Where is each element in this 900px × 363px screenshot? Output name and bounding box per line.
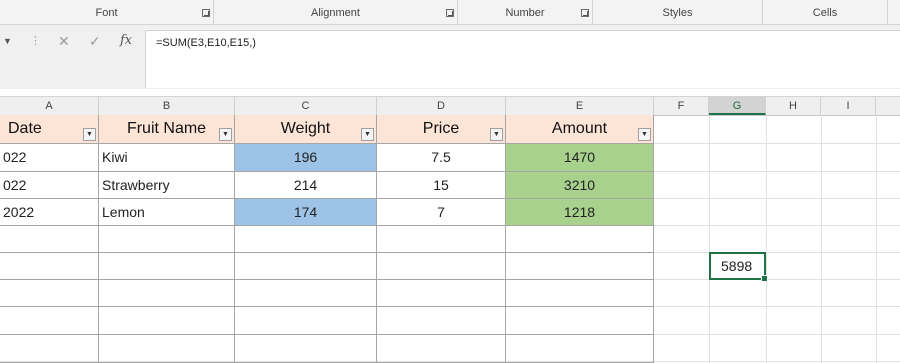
cell-weight[interactable]: 214 — [235, 172, 377, 199]
cell-date[interactable]: 022 — [0, 144, 99, 172]
ribbon-group-styles: Styles — [593, 0, 763, 24]
check-icon[interactable]: ✓ — [89, 33, 101, 50]
header-price[interactable]: Price ▼ — [377, 115, 506, 144]
column-header-e[interactable]: E — [506, 97, 654, 115]
column-header-a[interactable]: A — [0, 97, 99, 115]
column-header-d[interactable]: D — [377, 97, 506, 115]
cell-amount[interactable]: 1218 — [506, 199, 654, 226]
alignment-dialog-launcher-icon[interactable] — [446, 9, 454, 17]
empty-cell[interactable] — [377, 335, 506, 363]
empty-cell[interactable] — [99, 307, 235, 335]
cell-weight[interactable]: 174 — [235, 199, 377, 226]
gridline — [709, 115, 710, 363]
cell-amount[interactable]: 1470 — [506, 144, 654, 172]
ribbon-group-cells-label: Cells — [812, 7, 838, 19]
empty-cell[interactable] — [0, 307, 99, 335]
ribbon-group-alignment: Alignment — [214, 0, 458, 24]
formula-bar-grip-icon: ⋮ — [30, 35, 41, 47]
ribbon-group-font-label: Font — [95, 7, 118, 19]
insert-function-icon[interactable]: fx — [120, 33, 132, 48]
cell-amount[interactable]: 3210 — [506, 172, 654, 199]
empty-cell[interactable] — [506, 307, 654, 335]
header-fruit-name[interactable]: Fruit Name ▼ — [99, 115, 235, 144]
cancel-icon[interactable]: ✕ — [58, 33, 70, 50]
gridline — [821, 115, 822, 363]
gridline — [766, 115, 767, 363]
header-weight-label: Weight — [280, 120, 331, 137]
name-box-dropdown-icon[interactable]: ▼ — [3, 36, 12, 46]
cell-price[interactable]: 7.5 — [377, 144, 506, 172]
ribbon-group-cells: Cells — [763, 0, 888, 24]
filter-dropdown-icon[interactable]: ▼ — [219, 128, 232, 141]
ribbon-group-styles-label: Styles — [662, 7, 693, 19]
empty-cell[interactable] — [235, 226, 377, 253]
header-weight[interactable]: Weight ▼ — [235, 115, 377, 144]
empty-cell[interactable] — [0, 226, 99, 253]
filter-active-icon[interactable]: ▼ — [638, 128, 651, 141]
font-dialog-launcher-icon[interactable] — [202, 9, 210, 17]
header-amount[interactable]: Amount ▼ — [506, 115, 654, 144]
column-header-c[interactable]: C — [235, 97, 377, 115]
header-price-label: Price — [422, 120, 460, 137]
cell-fruit[interactable]: Lemon — [99, 199, 235, 226]
header-date[interactable]: Date ▼ — [0, 115, 99, 144]
cell-price[interactable]: 15 — [377, 172, 506, 199]
filter-dropdown-icon[interactable]: ▼ — [490, 128, 503, 141]
ribbon-group-alignment-label: Alignment — [311, 7, 360, 19]
empty-cell[interactable] — [235, 335, 377, 363]
empty-cell[interactable] — [506, 253, 654, 280]
empty-cell[interactable] — [99, 335, 235, 363]
fill-handle[interactable] — [761, 275, 768, 282]
cell-price[interactable]: 7 — [377, 199, 506, 226]
empty-cell[interactable] — [377, 226, 506, 253]
empty-cell[interactable] — [0, 335, 99, 363]
empty-cell[interactable] — [506, 226, 654, 253]
empty-cell[interactable] — [99, 253, 235, 280]
cell-date[interactable]: 2022 — [0, 199, 99, 226]
column-header-g[interactable]: G — [709, 97, 766, 115]
empty-cell[interactable] — [0, 280, 99, 307]
ribbon-group-font: Font — [0, 0, 214, 24]
empty-cell[interactable] — [99, 280, 235, 307]
ribbon-group-number: Number — [458, 0, 593, 24]
column-header-f[interactable]: F — [654, 97, 709, 115]
number-dialog-launcher-icon[interactable] — [581, 9, 589, 17]
header-date-label: Date — [8, 120, 42, 137]
empty-cell[interactable] — [235, 253, 377, 280]
active-cell-value: 5898 — [721, 258, 753, 274]
empty-cell[interactable] — [506, 280, 654, 307]
column-header-h[interactable]: H — [766, 97, 821, 115]
column-header-b[interactable]: B — [99, 97, 235, 115]
empty-cell[interactable] — [235, 307, 377, 335]
filter-dropdown-icon[interactable]: ▼ — [361, 128, 374, 141]
ribbon-group-number-label: Number — [505, 7, 545, 19]
column-header-i[interactable]: I — [821, 97, 876, 115]
cell-fruit[interactable]: Strawberry — [99, 172, 235, 199]
empty-cell[interactable] — [377, 307, 506, 335]
empty-cell[interactable] — [0, 253, 99, 280]
header-amount-label: Amount — [551, 120, 608, 137]
cell-date[interactable]: 022 — [0, 172, 99, 199]
formula-input[interactable]: =SUM(E3,E10,E15,) — [145, 30, 900, 88]
cell-fruit[interactable]: Kiwi — [99, 144, 235, 172]
ribbon-group-bar: Font Alignment Number Styles Cells — [0, 0, 900, 25]
empty-cell[interactable] — [235, 280, 377, 307]
cell-weight[interactable]: 196 — [235, 144, 377, 172]
filter-dropdown-icon[interactable]: ▼ — [83, 128, 96, 141]
column-header-row: A B C D E F G H I — [0, 96, 900, 116]
active-cell[interactable]: 5898 — [709, 252, 768, 282]
empty-cell[interactable] — [377, 253, 506, 280]
gridline — [876, 115, 877, 363]
empty-cell[interactable] — [377, 280, 506, 307]
empty-cell[interactable] — [506, 335, 654, 363]
empty-cell[interactable] — [99, 226, 235, 253]
header-fruit-name-label: Fruit Name — [126, 120, 207, 137]
